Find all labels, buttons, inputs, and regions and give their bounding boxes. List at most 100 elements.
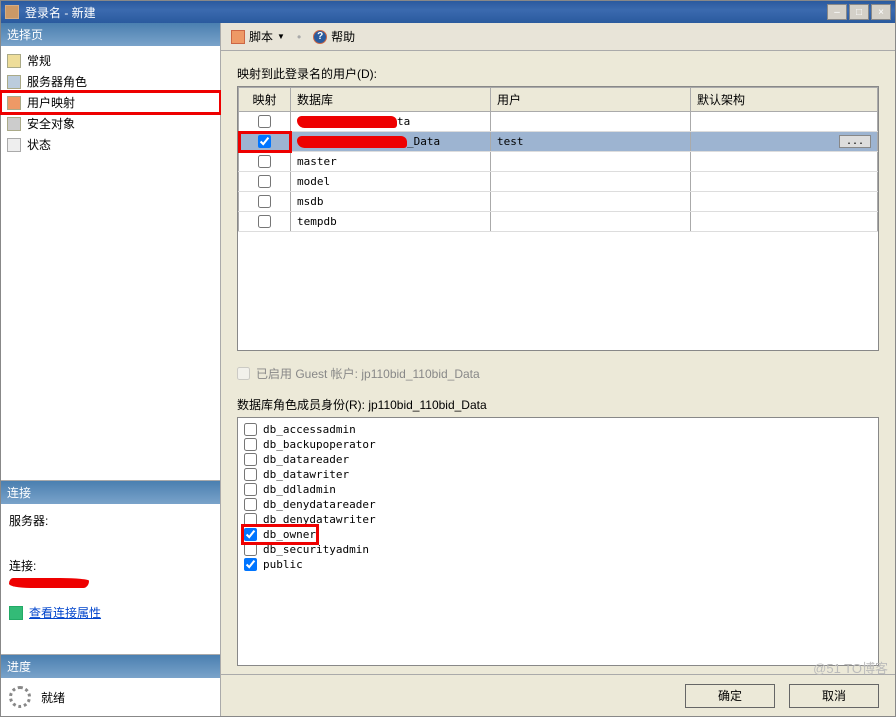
user-cell[interactable]: test xyxy=(491,132,691,152)
database-cell[interactable]: master xyxy=(291,152,491,172)
schema-cell[interactable] xyxy=(691,212,878,232)
database-cell[interactable]: tempdb xyxy=(291,212,491,232)
help-label: 帮助 xyxy=(331,28,355,45)
browse-schema-button[interactable]: ... xyxy=(839,135,871,148)
role-checkbox[interactable] xyxy=(244,423,257,436)
nav-item-服务器角色[interactable]: 服务器角色 xyxy=(1,71,220,92)
role-checkbox[interactable] xyxy=(244,468,257,481)
schema-cell[interactable]: ... xyxy=(691,132,878,152)
col-map[interactable]: 映射 xyxy=(239,88,291,112)
role-item-db_backupoperator[interactable]: db_backupoperator xyxy=(244,437,872,452)
ok-button[interactable]: 确定 xyxy=(685,684,775,708)
table-row[interactable]: model xyxy=(239,172,878,192)
progress-status: 就绪 xyxy=(41,689,65,706)
cancel-button[interactable]: 取消 xyxy=(789,684,879,708)
roles-list[interactable]: db_accessadmindb_backupoperatordb_datare… xyxy=(237,417,879,666)
role-item-db_securityadmin[interactable]: db_securityadmin xyxy=(244,542,872,557)
database-cell[interactable]: msdb xyxy=(291,192,491,212)
table-row[interactable]: tempdb xyxy=(239,212,878,232)
nav-icon xyxy=(7,117,21,131)
role-item-db_denydatareader[interactable]: db_denydatareader xyxy=(244,497,872,512)
map-checkbox[interactable] xyxy=(258,195,271,208)
database-cell[interactable]: _Data xyxy=(291,132,491,152)
role-item-db_ddladmin[interactable]: db_ddladmin xyxy=(244,482,872,497)
schema-cell[interactable] xyxy=(691,172,878,192)
nav-label: 常规 xyxy=(27,52,51,69)
map-cell[interactable] xyxy=(239,112,291,132)
map-cell[interactable] xyxy=(239,132,291,152)
schema-cell[interactable] xyxy=(691,192,878,212)
nav-icon xyxy=(7,138,21,152)
role-label: db_denydatawriter xyxy=(263,513,376,526)
nav-item-用户映射[interactable]: 用户映射 xyxy=(1,92,220,113)
schema-cell[interactable] xyxy=(691,112,878,132)
user-cell[interactable] xyxy=(491,192,691,212)
database-cell[interactable]: model xyxy=(291,172,491,192)
progress-header: 进度 xyxy=(1,655,220,678)
user-cell[interactable] xyxy=(491,212,691,232)
database-cell[interactable]: ta xyxy=(291,112,491,132)
map-checkbox[interactable] xyxy=(258,155,271,168)
role-checkbox[interactable] xyxy=(244,438,257,451)
map-checkbox[interactable] xyxy=(258,215,271,228)
table-row[interactable]: _Datatest... xyxy=(239,132,878,152)
dropdown-icon: ▼ xyxy=(277,32,285,41)
map-checkbox[interactable] xyxy=(258,135,271,148)
user-cell[interactable] xyxy=(491,112,691,132)
script-button[interactable]: 脚本 ▼ xyxy=(227,26,289,47)
left-panel: 选择页 常规服务器角色用户映射安全对象状态 连接 服务器: 连接: 查看连接属性 xyxy=(1,23,221,716)
map-cell[interactable] xyxy=(239,212,291,232)
col-schema[interactable]: 默认架构 xyxy=(691,88,878,112)
role-checkbox[interactable] xyxy=(244,543,257,556)
nav-icon xyxy=(7,75,21,89)
map-cell[interactable] xyxy=(239,152,291,172)
nav-label: 安全对象 xyxy=(27,115,75,132)
nav-label: 状态 xyxy=(27,136,51,153)
map-cell[interactable] xyxy=(239,192,291,212)
role-checkbox[interactable] xyxy=(244,453,257,466)
role-checkbox[interactable] xyxy=(244,558,257,571)
col-database[interactable]: 数据库 xyxy=(291,88,491,112)
guest-label: 已启用 Guest 帐户: jp110bid_110bid_Data xyxy=(256,365,480,382)
dialog-buttons: 确定 取消 xyxy=(221,674,895,716)
role-item-db_denydatawriter[interactable]: db_denydatawriter xyxy=(244,512,872,527)
nav-item-常规[interactable]: 常规 xyxy=(1,50,220,71)
role-checkbox[interactable] xyxy=(244,513,257,526)
view-connection-props-link[interactable]: 查看连接属性 xyxy=(29,604,101,621)
role-item-db_datawriter[interactable]: db_datawriter xyxy=(244,467,872,482)
table-row[interactable]: master xyxy=(239,152,878,172)
close-button[interactable]: × xyxy=(871,4,891,20)
login-new-window: 登录名 - 新建 – □ × 选择页 常规服务器角色用户映射安全对象状态 连接 … xyxy=(0,0,896,717)
user-cell[interactable] xyxy=(491,172,691,192)
col-user[interactable]: 用户 xyxy=(491,88,691,112)
role-checkbox[interactable] xyxy=(244,498,257,511)
maximize-button[interactable]: □ xyxy=(849,4,869,20)
database-mapping-grid[interactable]: 映射 数据库 用户 默认架构 ta_Datatest...mastermodel… xyxy=(237,86,879,351)
map-checkbox[interactable] xyxy=(258,175,271,188)
map-cell[interactable] xyxy=(239,172,291,192)
role-label: db_datareader xyxy=(263,453,349,466)
guest-enabled-line: 已启用 Guest 帐户: jp110bid_110bid_Data xyxy=(237,365,879,382)
guest-checkbox xyxy=(237,367,250,380)
role-item-db_datareader[interactable]: db_datareader xyxy=(244,452,872,467)
nav-item-安全对象[interactable]: 安全对象 xyxy=(1,113,220,134)
select-page-header: 选择页 xyxy=(1,23,220,46)
user-cell[interactable] xyxy=(491,152,691,172)
role-item-public[interactable]: public xyxy=(244,557,872,572)
table-row[interactable]: ta xyxy=(239,112,878,132)
script-icon xyxy=(231,30,245,44)
table-row[interactable]: msdb xyxy=(239,192,878,212)
script-label: 脚本 xyxy=(249,28,273,45)
progress-spinner-icon xyxy=(9,686,31,708)
schema-cell[interactable] xyxy=(691,152,878,172)
role-checkbox[interactable] xyxy=(244,528,257,541)
nav-item-状态[interactable]: 状态 xyxy=(1,134,220,155)
connection-header: 连接 xyxy=(1,481,220,504)
minimize-button[interactable]: – xyxy=(827,4,847,20)
role-item-db_owner[interactable]: db_owner xyxy=(244,527,316,542)
help-button[interactable]: ? 帮助 xyxy=(309,26,359,47)
role-checkbox[interactable] xyxy=(244,483,257,496)
role-item-db_accessadmin[interactable]: db_accessadmin xyxy=(244,422,872,437)
map-checkbox[interactable] xyxy=(258,115,271,128)
help-icon: ? xyxy=(313,30,327,44)
